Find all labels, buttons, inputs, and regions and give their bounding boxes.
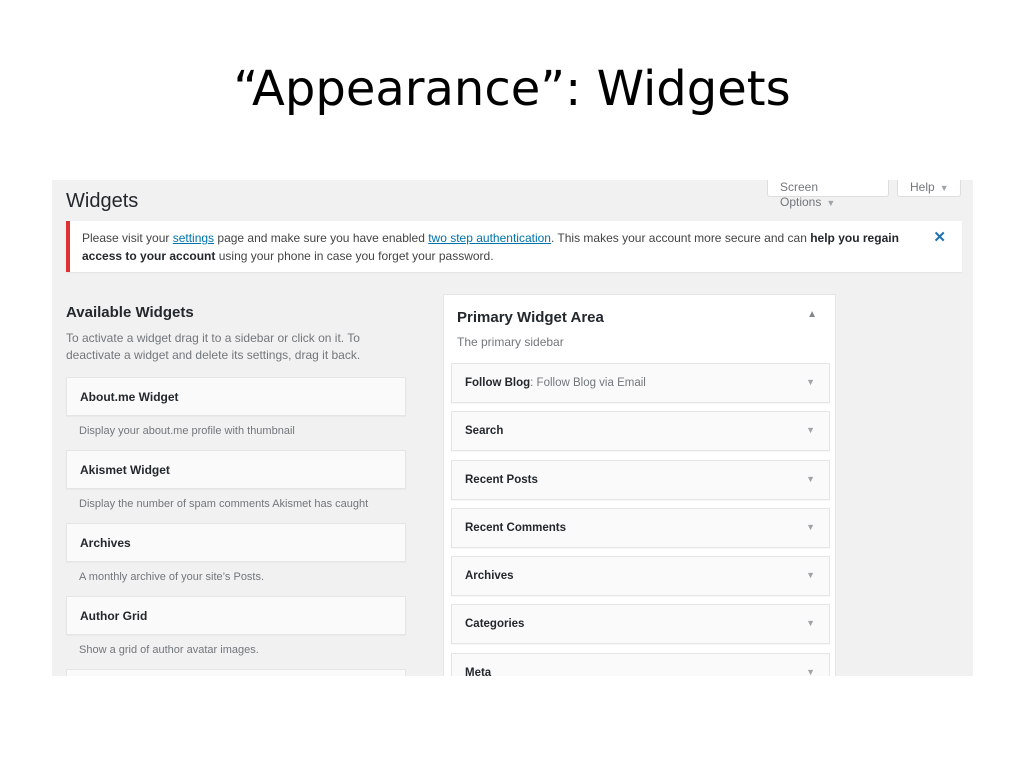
widget-description: Show a grid of author avatar images. — [79, 644, 259, 656]
screen-options-label: Screen Options — [780, 180, 822, 209]
two-step-auth-link[interactable]: two step authentication — [428, 231, 551, 245]
widget-title: Recent Comments — [465, 521, 566, 534]
sidebar-widget-search[interactable]: Search ▼ — [451, 411, 830, 452]
available-widget: Akismet Widget Display the number of spa… — [66, 450, 406, 523]
help-label: Help — [910, 180, 935, 194]
widget-archives[interactable]: Archives — [66, 523, 406, 562]
primary-widget-area-desc: The primary sidebar — [457, 335, 564, 349]
notice-text: . This makes your account more secure an… — [550, 231, 811, 245]
sidebar-widget-meta[interactable]: Meta ▼ — [451, 652, 830, 676]
widget-title: Categories — [465, 618, 525, 631]
chevron-down-icon: ▼ — [826, 198, 836, 208]
primary-widget-area-title[interactable]: Primary Widget Area — [457, 309, 604, 326]
sidebar-widget-categories[interactable]: Categories ▼ — [451, 604, 830, 645]
sidebar-widget-recent-comments[interactable]: Recent Comments ▼ — [451, 507, 830, 548]
chevron-down-icon[interactable]: ▼ — [806, 377, 815, 387]
widget-title: Meta — [465, 666, 492, 676]
notice-text: page and make sure you have enabled — [214, 231, 429, 245]
widget-author-grid[interactable]: Author Grid — [66, 596, 406, 635]
slide-title: “Appearance”: Widgets — [233, 61, 791, 117]
chevron-down-icon[interactable]: ▼ — [806, 667, 815, 676]
available-widgets-title: Available Widgets — [66, 304, 194, 321]
widget-next-partial[interactable] — [66, 669, 406, 676]
primary-widget-area: Primary Widget Area ▲ The primary sideba… — [443, 294, 836, 676]
available-widget: Archives A monthly archive of your site’… — [66, 523, 406, 596]
widgets-screenshot: Screen Options ▼ Help ▼ Widgets Please vis… — [52, 180, 973, 676]
widget-about-me[interactable]: About.me Widget — [66, 377, 406, 416]
widget-title: Follow Blog — [465, 377, 531, 389]
widget-description: Display the number of spam comments Akis… — [79, 498, 369, 510]
widget-title: Archives — [465, 570, 514, 583]
notice-text: Please visit your — [82, 231, 173, 245]
sidebar-widget-archives[interactable]: Archives ▼ — [451, 556, 830, 597]
chevron-down-icon[interactable]: ▼ — [806, 570, 815, 580]
sidebar-widget-recent-posts[interactable]: Recent Posts ▼ — [451, 459, 830, 500]
available-widget: Author Grid Show a grid of author avatar… — [66, 596, 406, 669]
chevron-down-icon[interactable]: ▼ — [806, 425, 815, 435]
page-title: Widgets — [66, 190, 139, 212]
widget-title: Search — [465, 425, 504, 438]
help-button[interactable]: Help ▼ — [897, 180, 961, 197]
chevron-down-icon[interactable]: ▼ — [806, 474, 815, 484]
chevron-up-icon[interactable]: ▲ — [807, 309, 817, 320]
widget-akismet[interactable]: Akismet Widget — [66, 450, 406, 489]
available-widgets-list: About.me Widget Display your about.me pr… — [66, 377, 406, 676]
available-widget — [66, 669, 406, 676]
available-widget: About.me Widget Display your about.me pr… — [66, 377, 406, 450]
settings-link[interactable]: settings — [173, 231, 214, 245]
chevron-down-icon[interactable]: ▼ — [806, 618, 815, 628]
widget-subtitle: : Follow Blog via Email — [530, 377, 646, 389]
screen-options-button[interactable]: Screen Options ▼ — [767, 180, 889, 209]
widget-description: Display your about.me profile with thumb… — [79, 425, 295, 437]
widget-title: Recent Posts — [465, 473, 538, 486]
notice-text: using your phone in case you forget your… — [215, 249, 494, 263]
notice-banner: Please visit your settings page and make… — [66, 221, 962, 272]
chevron-down-icon[interactable]: ▼ — [806, 522, 815, 532]
chevron-down-icon: ▼ — [939, 183, 949, 193]
primary-widget-list: Follow Blog: Follow Blog via Email ▼ Sea… — [451, 363, 830, 676]
close-icon[interactable]: ✕ — [933, 229, 946, 247]
available-widgets-desc: To activate a widget drag it to a sideba… — [66, 331, 361, 362]
widget-description: A monthly archive of your site’s Posts. — [79, 571, 265, 583]
sidebar-widget-follow-blog[interactable]: Follow Blog: Follow Blog via Email ▼ — [451, 363, 830, 403]
